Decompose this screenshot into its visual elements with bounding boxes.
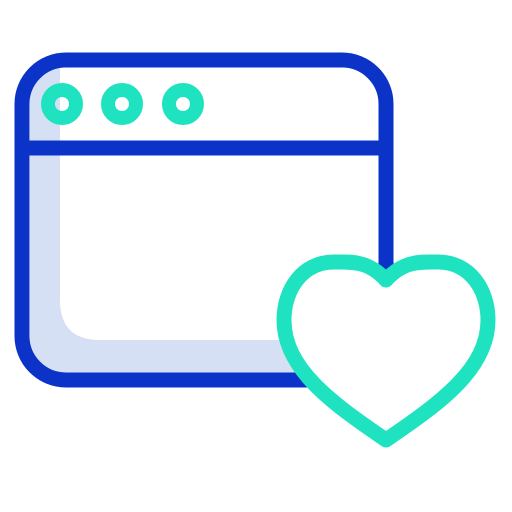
window-control-dots-icon — [41, 83, 204, 125]
dot-2-icon — [101, 83, 143, 125]
favorite-webpage-svg — [14, 52, 496, 448]
dot-3-icon — [162, 83, 204, 125]
favorite-webpage-icon — [0, 0, 512, 512]
dot-1-icon — [41, 83, 83, 125]
heart-icon — [276, 254, 496, 448]
